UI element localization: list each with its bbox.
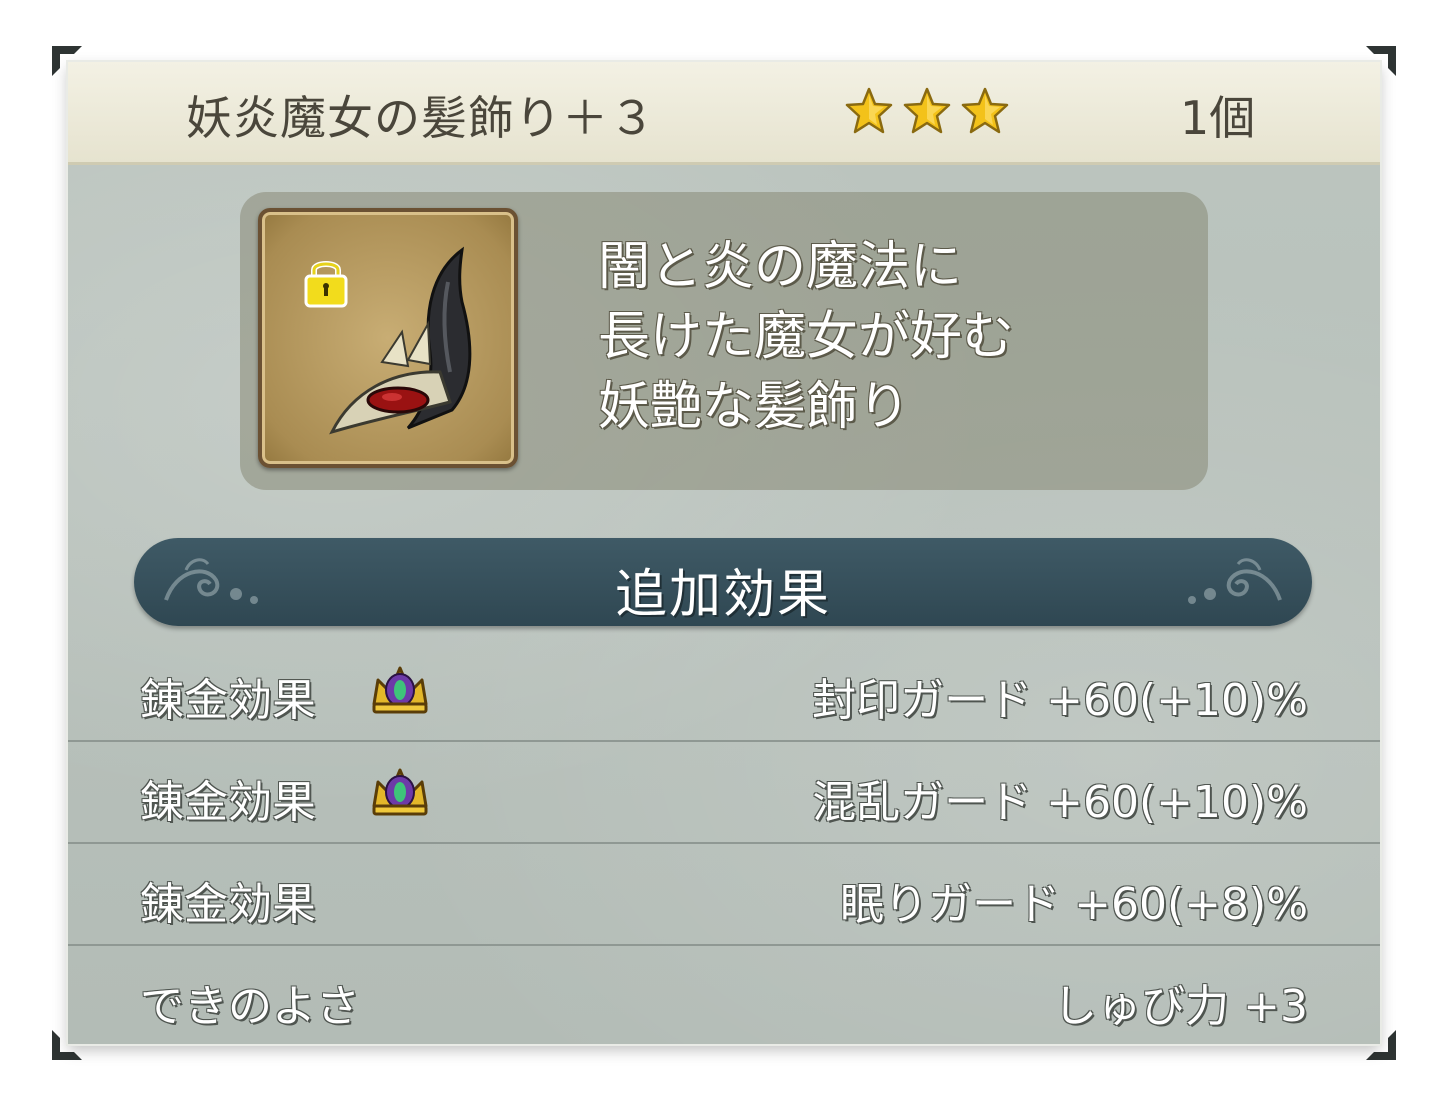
lock-icon [304,261,348,308]
effect-row: 錬金効果 眠りガード +60(+8)% [68,844,1380,946]
effect-value: 封印ガード +60(+10)% [812,675,1308,726]
effect-row: 錬金効果 混乱ガード +60(+10)% [68,742,1380,844]
item-description: 闇と炎の魔法に 長けた魔女が好む 妖艶な髪飾り [598,232,1014,442]
effect-label: できのよさ [140,981,360,1032]
star-icon [960,86,1010,136]
item-count: 1個 [1180,91,1256,145]
effect-row: 錬金効果 封印ガード +60(+10)% [68,640,1380,742]
effect-value: しゅび力 +3 [1053,981,1308,1032]
item-name: 妖炎魔女の髪飾り＋３ [186,91,656,145]
effect-row: できのよさ しゅび力 +3 [68,946,1380,1048]
effect-label: 錬金効果 [140,675,316,726]
additional-effects-banner: 追加効果 [134,538,1312,626]
star-rating [844,86,1010,136]
star-icon [844,86,894,136]
description-line: 闇と炎の魔法に [598,237,963,297]
crown-icon [372,666,428,714]
item-detail-window: 妖炎魔女の髪飾り＋３ 1個 闇と炎の魔法に 長けた魔女が好む 妖艶な髪飾り 追加… [68,62,1380,1044]
description-line: 妖艶な髪飾り [598,377,911,437]
item-header: 妖炎魔女の髪飾り＋３ 1個 [68,62,1380,165]
effect-label: 錬金効果 [140,879,316,930]
item-icon-slot[interactable] [258,208,518,468]
section-title: 追加効果 [614,565,831,625]
effect-label: 錬金効果 [140,777,316,828]
effect-value: 眠りガード +60(+8)% [840,879,1308,930]
effect-value: 混乱ガード +60(+10)% [812,777,1308,828]
flourish-ornament-icon [1188,558,1282,604]
crown-icon [372,768,428,816]
item-description-panel: 闇と炎の魔法に 長けた魔女が好む 妖艶な髪飾り [240,192,1208,490]
star-icon [902,86,952,136]
description-line: 長けた魔女が好む [598,307,1015,367]
